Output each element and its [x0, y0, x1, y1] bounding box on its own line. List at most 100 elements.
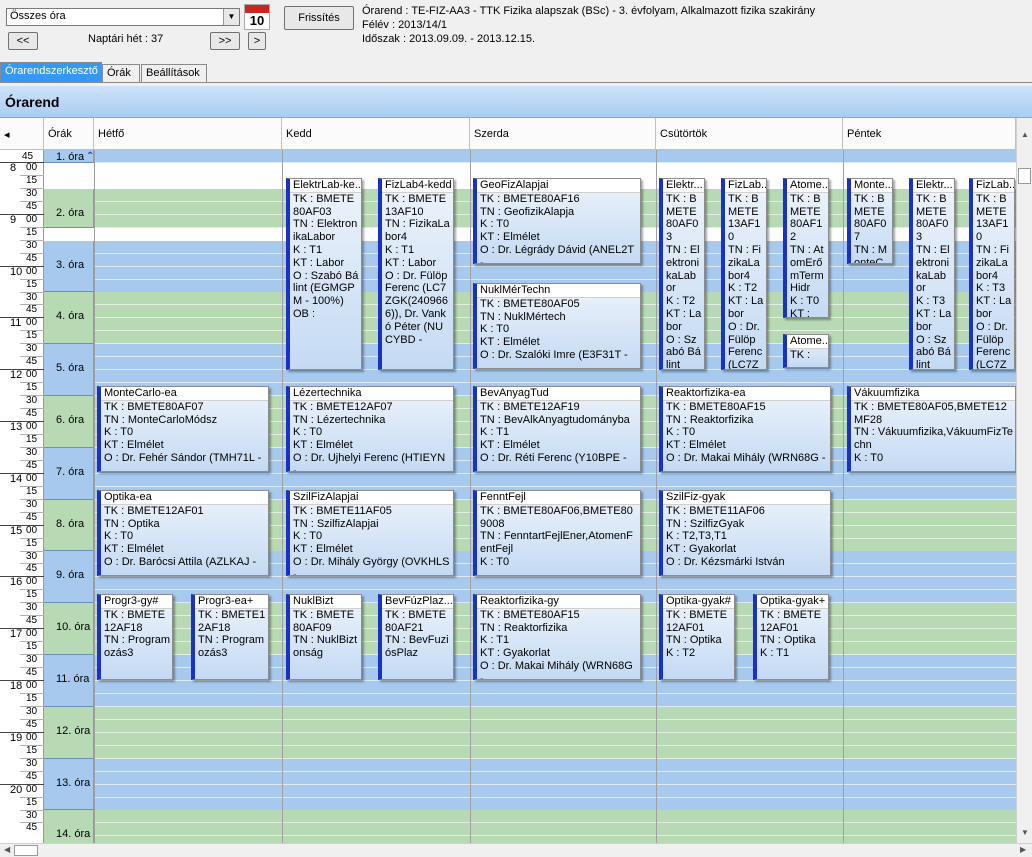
period-label: 3. óra: [56, 258, 85, 271]
class-event[interactable]: BevAnyagTud TK : BMETE12AF19 TN : BevAlkA…: [473, 386, 641, 472]
hour-minute-label: 00: [26, 421, 38, 432]
class-event[interactable]: Optika-ea TK : BMETE12AF01 TN : Optika K …: [97, 490, 269, 576]
next-button[interactable]: >: [248, 32, 266, 50]
class-event[interactable]: Progr3-ea+ TK : BMETE12AF18 TN : Programo…: [191, 594, 269, 680]
day-separator: [282, 150, 283, 843]
minute-label: 15: [26, 330, 38, 342]
period-band[interactable]: [94, 150, 1016, 163]
class-event[interactable]: FenntFejl TK : BMETE80AF06,BMETE809008 TN…: [473, 490, 641, 576]
period-cell: 8. óra: [44, 499, 94, 552]
class-event[interactable]: SzilFizAlapjai TK : BMETE11AF05 TN : Szil…: [286, 490, 454, 576]
minute-label: 15: [26, 433, 38, 445]
tab-settings[interactable]: Beállítások: [141, 64, 207, 83]
class-event-title: Optika-ea: [101, 491, 268, 505]
class-event-title: ElektrLab-ke...: [290, 179, 361, 193]
prev-week-button[interactable]: <<: [8, 32, 38, 50]
break-row: [94, 370, 1016, 371]
class-event[interactable]: Optika-gyak+ TK : BMETE12AF01 TN : Optika…: [753, 594, 829, 680]
class-event-title: FizLab...: [973, 179, 1014, 193]
class-event[interactable]: SzilFiz-gyak TK : BMETE11AF06 TN : Szilfi…: [659, 490, 831, 576]
scroll-left-icon[interactable]: ◂: [0, 118, 44, 150]
class-event[interactable]: Optika-gyak# TK : BMETE12AF01 TN : Optika…: [659, 594, 735, 680]
minute-label: 30: [26, 187, 38, 199]
class-event-details: TK : BMETE80AF16 TN : GeofizikAlapja K :…: [480, 192, 634, 264]
tab-classes[interactable]: Órák: [102, 64, 140, 83]
class-event-title: FizLab4-kedd: [382, 179, 453, 193]
class-event[interactable]: Elektr... TK : BMETE80AF03 TN : Elektroni…: [909, 178, 955, 370]
class-event[interactable]: BevFúzPlaz... TK : BMETE80AF21 TN : BevFu…: [378, 594, 454, 680]
horizontal-scrollbar[interactable]: ◀ ▶: [0, 843, 1032, 857]
hour-label: 8: [10, 162, 17, 174]
hour-label: 18: [10, 680, 23, 692]
class-event-details: TK : BMETE80AF03 TN : ElektronikaLabor K…: [293, 192, 359, 320]
class-event[interactable]: FizLab... TK : BMETE13AF10 TN : FizikaLab…: [969, 178, 1015, 370]
calendar-icon[interactable]: 10: [244, 4, 270, 30]
hour-minute-label: 00: [26, 369, 38, 381]
class-event-details: TK : BMETE12AF01 TN : Optika K : T0 KT :…: [104, 504, 257, 568]
class-event[interactable]: MonteCarlo-ea TK : BMETE80AF07 TN : Monte…: [97, 386, 269, 472]
class-event-title: Lézertechnika: [290, 387, 453, 401]
hour-minute-label: 00: [26, 213, 38, 225]
class-event[interactable]: FizLab4-kedd TK : BMETE13AF10 TN : Fizika…: [378, 178, 454, 370]
class-event[interactable]: GeoFizAlapjai TK : BMETE80AF16 TN : Geofi…: [473, 178, 641, 264]
chevron-up-icon[interactable]: ⌃: [86, 151, 94, 162]
class-event[interactable]: Reaktorfizika-gy TK : BMETE80AF15 TN : Re…: [473, 594, 641, 680]
hour-label: 11: [10, 317, 22, 330]
break-row: [94, 267, 1016, 268]
class-event-details: TK : BMETE11AF06 TN : SzilfizGyak K : T2…: [666, 504, 785, 568]
class-event-title: BevAnyagTud: [477, 387, 640, 401]
minute-label: 45: [26, 200, 38, 212]
class-event[interactable]: Elektr... TK : BMETE80AF03 TN : Elektroni…: [659, 178, 705, 370]
tab-timetable-editor[interactable]: Órarendszerkesztő: [0, 62, 102, 83]
period-label: 8. óra: [56, 517, 85, 530]
hour-minute-label: 00: [26, 628, 38, 640]
minute-label: 30: [26, 705, 38, 717]
class-event-details: TK : BMETE12AF01 TN : Optika K : T2: [666, 608, 728, 660]
minute-label: 45: [26, 252, 38, 264]
period-cell: 10. óra: [44, 603, 94, 656]
time-column: 45 8 00 15 30 45 9 00 15 30 45 10 00 15 30 45 11 00 15 30 45…: [0, 150, 44, 843]
period-cell: 12. óra: [44, 706, 94, 759]
class-event[interactable]: Reaktorfizika-ea TK : BMETE80AF15 TN : Re…: [659, 386, 831, 472]
hour-line: [0, 213, 44, 215]
vertical-scrollbar[interactable]: ▲ ▼: [1016, 118, 1032, 843]
page-title: Órarend: [5, 94, 60, 110]
period-band[interactable]: [94, 810, 1016, 843]
class-event[interactable]: Vákuumfizika TK : BMETE80AF05,BMETE12MF28…: [847, 386, 1016, 472]
class-event[interactable]: FizLab... TK : BMETE13AF10 TN : FizikaLab…: [721, 178, 767, 370]
minute-label: 30: [26, 498, 38, 510]
header-day-tuesday: Kedd: [282, 118, 470, 150]
minute-label: 30: [26, 343, 38, 355]
class-event[interactable]: Atome... TK : BMETE80AF12 TN : AtomErőmTe…: [783, 178, 829, 318]
period-cell: 6. óra: [44, 396, 94, 448]
class-event[interactable]: ElektrLab-ke... TK : BMETE80AF03 TN : Ele…: [286, 178, 362, 370]
timetable-grid[interactable]: ◂ Órák Hétfő Kedd Szerda Csütörtök Pénte…: [0, 118, 1016, 843]
class-event-title: Elektr...: [663, 179, 704, 193]
class-event[interactable]: NuklBizt TK : BMETE80AF09 TN : NuklBizton…: [286, 594, 362, 680]
header-day-monday: Hétfő: [94, 118, 282, 150]
chevron-down-icon[interactable]: ▼: [223, 9, 239, 25]
period-label: 14. óra: [56, 828, 91, 841]
class-event[interactable]: Atome... TK :: [783, 334, 829, 368]
timetable-info: Órarend : TE-FIZ-AA3 - TTK Fizika alapsz…: [362, 4, 815, 46]
hour-minute-label: 00: [26, 731, 38, 743]
class-event[interactable]: Monte... TK : BMETE80AF07 TN : MonteC: [847, 178, 893, 264]
break-row: [94, 474, 1016, 475]
period-cell: 13. óra: [44, 758, 94, 811]
class-event[interactable]: NuklMérTechn TK : BMETE80AF05 TN : NuklMé…: [473, 283, 641, 369]
break-row: [94, 733, 1016, 734]
calendar-week-label: Naptári hét : 37: [88, 33, 164, 45]
class-event[interactable]: Progr3-gy# TK : BMETE12AF18 TN : Programo…: [97, 594, 173, 680]
minute-label: 30: [26, 654, 38, 666]
header-day-friday: Péntek: [843, 118, 1016, 150]
break-row: [94, 163, 1016, 164]
period-label: 5. óra: [56, 362, 85, 375]
day-separator: [843, 150, 844, 843]
hours-filter-select[interactable]: Összes óra ▼: [6, 8, 240, 26]
refresh-button[interactable]: Frissítés: [284, 6, 354, 30]
minute-label: 15: [26, 641, 38, 653]
class-event[interactable]: Lézertechnika TK : BMETE12AF07 TN : Lézer…: [286, 386, 454, 472]
next-week-button[interactable]: >>: [210, 32, 240, 50]
class-event-title: Reaktorfizika-gy: [477, 595, 640, 609]
hour-label: 12: [10, 369, 23, 382]
